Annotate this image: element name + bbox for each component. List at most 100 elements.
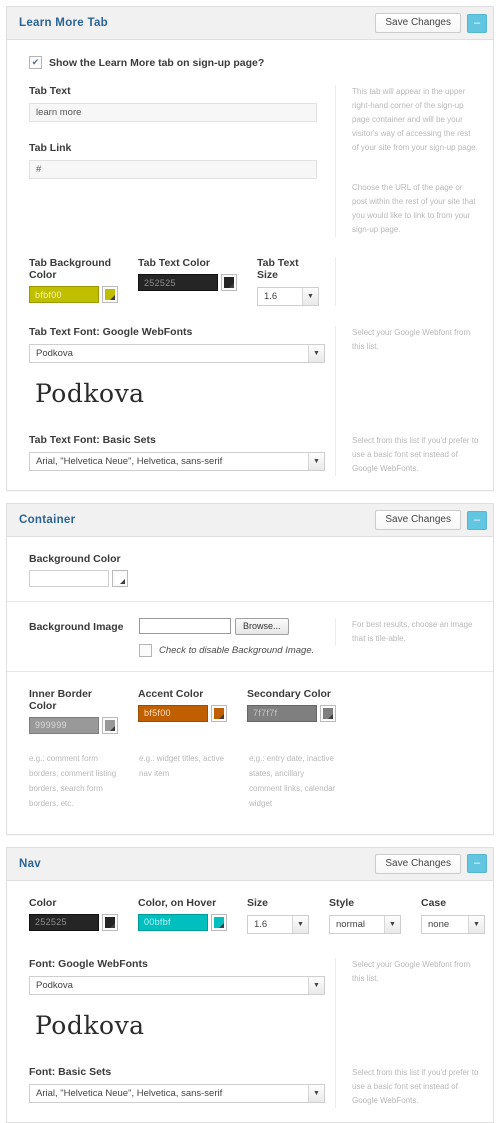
color-pair [138, 913, 227, 931]
nav-google-webfont-value: Podkova [36, 979, 73, 991]
chevron-down-icon[interactable]: ▼ [468, 915, 484, 933]
tab-google-webfont-select[interactable]: Podkova ▼ [29, 344, 325, 363]
tab-color-help-column [335, 257, 479, 306]
show-learn-more-tab-checkbox[interactable]: ✔ [29, 56, 42, 69]
nav-case-label: Case [421, 896, 447, 909]
tab-text-size-select[interactable]: 1.6 ▼ [257, 287, 319, 306]
tab-basic-set-select[interactable]: Arial, "Helvetica Neue", Helvetica, sans… [29, 452, 325, 471]
color-pair [138, 704, 227, 722]
show-learn-more-tab-row[interactable]: ✔ Show the Learn More tab on sign-up pag… [7, 56, 493, 69]
background-image-row: Background Image Browse... ✔ Check to di… [7, 618, 493, 657]
tab-color-row: Tab Background Color Tab Text Color [7, 257, 493, 306]
secondary-color-input[interactable] [247, 704, 317, 722]
nav-basic-set-select[interactable]: Arial, "Helvetica Neue", Helvetica, sans… [29, 1083, 325, 1103]
nav-case-value: none [428, 918, 450, 930]
collapse-panel-button[interactable]: – [467, 854, 487, 874]
background-color-picker[interactable] [112, 570, 128, 587]
inner-border-color-picker[interactable] [102, 716, 118, 734]
tab-google-webfont-value: Podkova [36, 348, 73, 359]
panel-title: Learn More Tab [19, 17, 108, 29]
panel-header: Container Save Changes – [7, 504, 493, 537]
section-container-background-image: Background Image Browse... ✔ Check to di… [7, 601, 493, 671]
section-container-colors: Inner Border Color Accent Color [7, 670, 493, 834]
nav-color-field: Color [29, 897, 118, 934]
save-changes-button[interactable]: Save Changes [375, 853, 461, 874]
color-pair [29, 286, 118, 303]
chevron-down-icon[interactable]: ▼ [308, 976, 324, 994]
tab-text-size-label: Tab Text Size [257, 257, 299, 281]
nav-hover-color-input[interactable] [138, 913, 208, 931]
chevron-down-icon[interactable]: ▼ [308, 453, 324, 470]
tab-link-label: Tab Link [29, 142, 72, 154]
nav-google-webfont-select[interactable]: Podkova ▼ [29, 975, 325, 995]
inner-border-color-field: Inner Border Color [29, 688, 118, 734]
tab-background-color-input[interactable] [29, 286, 99, 303]
tab-background-color-picker[interactable] [102, 286, 118, 303]
chevron-down-icon[interactable]: ▼ [384, 915, 400, 933]
panel-nav: Nav Save Changes – Color Color, on Hover [6, 846, 494, 1123]
accent-color-picker[interactable] [211, 704, 227, 722]
nav-color-input[interactable] [29, 913, 99, 931]
color-pair [29, 570, 329, 587]
nav-color-picker[interactable] [102, 913, 118, 931]
panel-header: Learn More Tab Save Changes – [7, 7, 493, 40]
chevron-down-icon[interactable]: ▼ [308, 1084, 324, 1102]
panel-title: Nav [19, 857, 41, 870]
nav-google-webfont-label: Font: Google WebFonts [29, 957, 148, 970]
section-learn-more-fields: ✔ Show the Learn More tab on sign-up pag… [7, 40, 493, 490]
tab-basic-set-value: Arial, "Helvetica Neue", Helvetica, sans… [36, 456, 223, 467]
panel-body: ✔ Show the Learn More tab on sign-up pag… [7, 40, 493, 490]
chevron-down-icon[interactable]: ▼ [292, 915, 308, 933]
save-changes-button[interactable]: Save Changes [375, 510, 461, 530]
secondary-color-field: Secondary Color [247, 688, 336, 734]
nav-font-preview: Podkova [35, 1010, 145, 1040]
nav-case-select[interactable]: none ▼ [421, 914, 485, 934]
background-image-file-input[interactable] [139, 618, 231, 635]
color-pair [29, 716, 118, 734]
panel-container: Container Save Changes – Background Colo… [6, 503, 494, 835]
nav-style-select[interactable]: normal ▼ [329, 914, 401, 934]
background-image-help: For best results, choose an image that i… [352, 620, 473, 643]
tab-text-input[interactable] [29, 103, 317, 122]
color-pair [138, 274, 237, 291]
background-image-controls: Browse... ✔ Check to disable Background … [139, 618, 329, 657]
panel-title: Container [19, 514, 76, 526]
collapse-panel-button[interactable]: – [467, 13, 487, 33]
nav-case-field: Case none ▼ [421, 897, 485, 934]
nav-hover-color-picker[interactable] [211, 913, 227, 931]
inner-border-color-input[interactable] [29, 716, 99, 734]
chevron-down-icon[interactable]: ▼ [308, 345, 324, 362]
accent-color-input[interactable] [138, 704, 208, 722]
tab-text-color-input[interactable] [138, 274, 218, 291]
tab-link-help: Choose the URL of the page or post withi… [352, 183, 476, 234]
save-changes-button[interactable]: Save Changes [375, 13, 461, 33]
nav-size-field: Size 1.6 ▼ [247, 897, 309, 934]
tab-text-color-picker[interactable] [221, 274, 237, 291]
nav-size-select[interactable]: 1.6 ▼ [247, 914, 309, 934]
tab-font-controls: Tab Text Font: Google WebFonts Podkova ▼… [29, 326, 329, 476]
tab-font-help-column: Select your Google Webfont from this lis… [335, 326, 479, 476]
tab-basic-set-label: Tab Text Font: Basic Sets [29, 434, 156, 446]
background-image-help-column: For best results, choose an image that i… [335, 618, 479, 646]
tab-text-help: This tab will appear in the upper right-… [352, 87, 478, 152]
accent-color-label: Accent Color [138, 687, 204, 700]
disable-background-image-checkbox[interactable]: ✔ [139, 643, 152, 657]
tab-link-input[interactable] [29, 160, 317, 179]
tab-basic-set-help: Select from this list if you'd prefer to… [352, 436, 479, 473]
accent-color-help: e.g.: widget titles, active nav item [139, 753, 224, 778]
tab-background-color-label: Tab Background Color [29, 257, 112, 281]
chevron-down-icon[interactable]: ▼ [302, 288, 318, 305]
secondary-color-picker[interactable] [320, 704, 336, 722]
disable-background-image-row[interactable]: ✔ Check to disable Background Image. [139, 643, 329, 657]
browse-button[interactable]: Browse... [235, 618, 289, 635]
background-color-controls: Background Color [29, 553, 329, 587]
container-colors-controls: Inner Border Color Accent Color [29, 687, 336, 734]
collapse-panel-button[interactable]: – [467, 510, 487, 530]
background-color-input[interactable] [29, 570, 109, 587]
color-group: Inner Border Color Accent Color [29, 687, 336, 734]
tab-text-help-column: This tab will appear in the upper right-… [335, 85, 479, 237]
